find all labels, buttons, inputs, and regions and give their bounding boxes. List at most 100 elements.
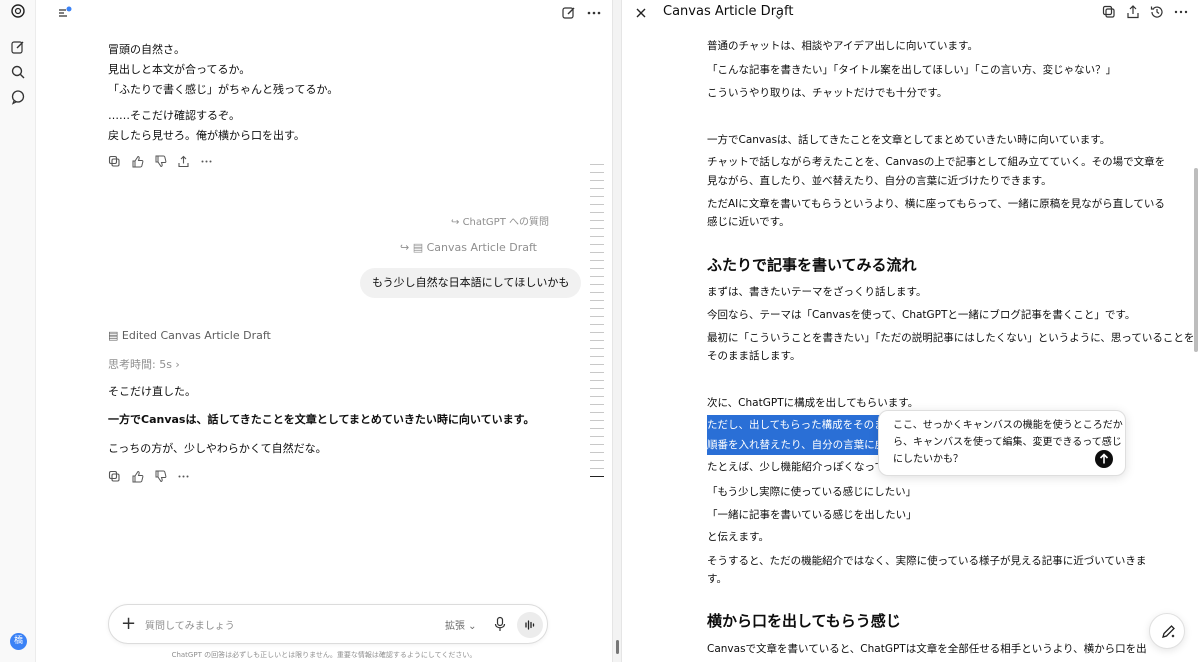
- conversation-minimap[interactable]: [590, 164, 604, 484]
- composer[interactable]: + 質問してみましょう 拡張 ⌄: [108, 604, 548, 644]
- openai-logo-icon[interactable]: [10, 3, 26, 19]
- copy-icon[interactable]: [1101, 4, 1117, 20]
- paragraph-line[interactable]: こういうやり取りは、チャットだけでも十分です。: [707, 83, 947, 103]
- extend-label: 拡張: [445, 621, 465, 632]
- reference-question[interactable]: ↪ ChatGPT への質問: [451, 213, 549, 228]
- document-icon: ▤: [108, 329, 122, 342]
- popup-line: ら、キャンバスを使って編集、変更できるって感じ: [893, 437, 1122, 448]
- selected-text[interactable]: 順番を入れ替えたり、自分の言葉に戻: [707, 435, 883, 455]
- resize-handle[interactable]: [616, 640, 619, 654]
- paragraph-line[interactable]: 今回なら、テーマは「Canvasを使って、ChatGPTと一緒にブログ記事を書く…: [707, 305, 1135, 325]
- assistant-message-2: そこだけ直した。: [108, 382, 196, 402]
- thumbs-up-icon[interactable]: [131, 468, 144, 483]
- paragraph-line[interactable]: と伝えます。: [707, 527, 769, 547]
- message-line: 冒頭の自然さ。: [108, 43, 185, 56]
- chat-pane: 冒頭の自然さ。 見出しと本文が合ってるか。 「ふたりで書く感じ」がちゃんと残って…: [36, 0, 612, 662]
- history-icon[interactable]: [1149, 4, 1165, 20]
- search-icon[interactable]: [10, 64, 26, 80]
- assistant-message-2-quote: 一方でCanvasは、話してきたことを文章としてまとめていきたい時に向いています…: [108, 410, 535, 430]
- waveform-icon: [525, 620, 535, 630]
- copy-icon[interactable]: [108, 468, 121, 482]
- thinking-time[interactable]: 思考時間: 5s ›: [108, 356, 180, 372]
- arrow-up-icon: [1099, 453, 1109, 464]
- message-line: そこだけ直した。: [108, 385, 196, 398]
- message-line: 一方でCanvasは、話してきたことを文章としてまとめていきたい時に向いています…: [108, 413, 535, 426]
- reference-canvas[interactable]: ↪ ▤ Canvas Article Draft: [400, 241, 537, 254]
- paragraph-line[interactable]: 一方でCanvasは、話してきたことを文章としてまとめていきたい時に向いています…: [707, 130, 1110, 150]
- paragraph-line[interactable]: 「こんな記事を書きたい」「タイトル案を出してほしい」「この言い方、変じゃない？」: [707, 60, 1116, 80]
- more-icon[interactable]: [200, 153, 213, 166]
- thumbs-down-icon[interactable]: [154, 153, 167, 168]
- paragraph-line[interactable]: ただAIに文章を書いてもらうというより、横に座ってもらって、一緒に原稿を見ながら…: [707, 194, 1165, 214]
- chevron-right-icon: ›: [171, 358, 180, 371]
- document-icon: ▤: [412, 241, 427, 254]
- share-icon[interactable]: [1125, 4, 1141, 20]
- edited-canvas-link[interactable]: ▤ Edited Canvas Article Draft: [108, 329, 271, 342]
- disclaimer: ChatGPT の回答は必ずしも正しいとは限りません。重要な情報は確認するように…: [171, 651, 477, 659]
- message-line: 見出しと本文が合ってるか。: [108, 63, 251, 76]
- selected-text[interactable]: ただし、出してもらった構成をそのまま使う: [707, 415, 883, 435]
- inline-edit-popup[interactable]: ここ、せっかくキャンバスの機能を使うところだか ら、キャンバスを使って編集、変更…: [878, 410, 1126, 476]
- sidebar-toggle-icon[interactable]: [56, 4, 74, 22]
- message-actions: [108, 468, 190, 484]
- paragraph-line[interactable]: Canvasで文章を書いていると、ChatGPTは文章を全部任せる相手というより…: [707, 639, 1147, 659]
- popup-line: にしたいかも？: [893, 454, 963, 465]
- microphone-icon[interactable]: [493, 616, 507, 632]
- share-icon[interactable]: [177, 153, 190, 168]
- paragraph-line[interactable]: 見ながら、直したり、並べ替えたり、自分の言葉に近づけたりできます。: [707, 171, 1052, 191]
- paragraph-line[interactable]: たとえば、少し機能紹介っぽくなっていた: [707, 457, 906, 477]
- pencil-icon: [1162, 625, 1175, 638]
- assistant-message-2-end: こっちの方が、少しやわらかくて自然だな。: [108, 439, 327, 459]
- inline-edit-input[interactable]: ここ、せっかくキャンバスの機能を使うところだか ら、キャンバスを使って編集、変更…: [893, 417, 1123, 468]
- more-icon[interactable]: [1173, 4, 1189, 20]
- reply-arrow-icon: ↪: [451, 217, 463, 228]
- paragraph-line[interactable]: チャットで話しながら考えたことを、Canvasの上で記事として組み立てていく。そ…: [707, 152, 1165, 172]
- paragraph-line[interactable]: 感じに近いです。: [707, 212, 790, 232]
- avatar[interactable]: 橋: [10, 633, 27, 650]
- message-line: 戻したら見せろ。俺が横から口を出す。: [108, 129, 305, 142]
- reference-canvas-label: Canvas Article Draft: [426, 241, 537, 254]
- section-heading[interactable]: 横から口を出してもらう感じ: [707, 609, 901, 633]
- message-line: 「ふたりで書く感じ」がちゃんと残ってるか。: [108, 83, 339, 96]
- pane-divider[interactable]: [612, 0, 622, 662]
- reply-arrow-icon: ↪: [400, 241, 413, 254]
- chevron-down-icon[interactable]: [774, 7, 784, 20]
- more-icon[interactable]: [585, 4, 603, 22]
- chat-bubble-icon[interactable]: [10, 89, 26, 105]
- edit-icon[interactable]: [560, 4, 578, 22]
- paragraph-line[interactable]: まずは、書きたいテーマをざっくり話します。: [707, 282, 926, 302]
- extend-dropdown[interactable]: 拡張 ⌄: [445, 617, 477, 632]
- section-heading[interactable]: ふたりで記事を書いてみる流れ: [707, 253, 917, 277]
- thumbs-up-icon[interactable]: [131, 153, 144, 168]
- paragraph-line[interactable]: そのまま話します。: [707, 346, 800, 366]
- paragraph-line[interactable]: 最初に「こういうことを書きたい」「ただの説明記事にはしたくない」というように、思…: [707, 328, 1194, 348]
- scrollbar-thumb[interactable]: [1194, 168, 1198, 352]
- user-message: もう少し自然な日本語にしてほしいかも: [360, 268, 582, 298]
- message-line: こっちの方が、少しやわらかくて自然だな。: [108, 442, 327, 455]
- paragraph-line[interactable]: そうすると、ただの機能紹介ではなく、実際に使っている様子が見える記事に近づいてい…: [707, 551, 1146, 571]
- message-line: ……そこだけ確認するぞ。: [108, 109, 240, 122]
- thinking-time-label: 思考時間: 5s: [108, 358, 172, 371]
- new-chat-icon[interactable]: [10, 39, 26, 55]
- paragraph-line[interactable]: 普通のチャットは、相談やアイデア出しに向いています。: [707, 36, 978, 56]
- canvas-pane: Canvas Article Draft 普通のチャットは、相談やアイデア出しに…: [622, 0, 1200, 662]
- left-rail: 橋: [0, 0, 36, 662]
- assistant-message: 冒頭の自然さ。 見出しと本文が合ってるか。 「ふたりで書く感じ」がちゃんと残って…: [108, 40, 338, 100]
- close-icon[interactable]: [634, 5, 648, 19]
- edited-canvas-label: Edited Canvas Article Draft: [121, 329, 271, 342]
- paragraph-line[interactable]: 「一緒に記事を書いている感じを出したい」: [707, 505, 917, 525]
- more-icon[interactable]: [177, 468, 190, 481]
- message-actions: [108, 153, 213, 169]
- edit-suggestions-button[interactable]: [1149, 613, 1185, 649]
- plus-icon[interactable]: +: [121, 615, 137, 633]
- chevron-down-icon: ⌄: [465, 621, 477, 632]
- reference-question-label: ChatGPT への質問: [462, 217, 549, 228]
- composer-placeholder[interactable]: 質問してみましょう: [145, 617, 235, 632]
- paragraph-line[interactable]: す。: [707, 569, 727, 589]
- send-button[interactable]: [1095, 450, 1113, 468]
- paragraph-line[interactable]: 「もう少し実際に使っている感じにしたい」: [707, 482, 916, 502]
- thumbs-down-icon[interactable]: [154, 468, 167, 483]
- assistant-message-continued: ……そこだけ確認するぞ。 戻したら見せろ。俺が横から口を出す。: [108, 106, 305, 146]
- voice-mode-button[interactable]: [517, 612, 543, 638]
- copy-icon[interactable]: [108, 153, 121, 167]
